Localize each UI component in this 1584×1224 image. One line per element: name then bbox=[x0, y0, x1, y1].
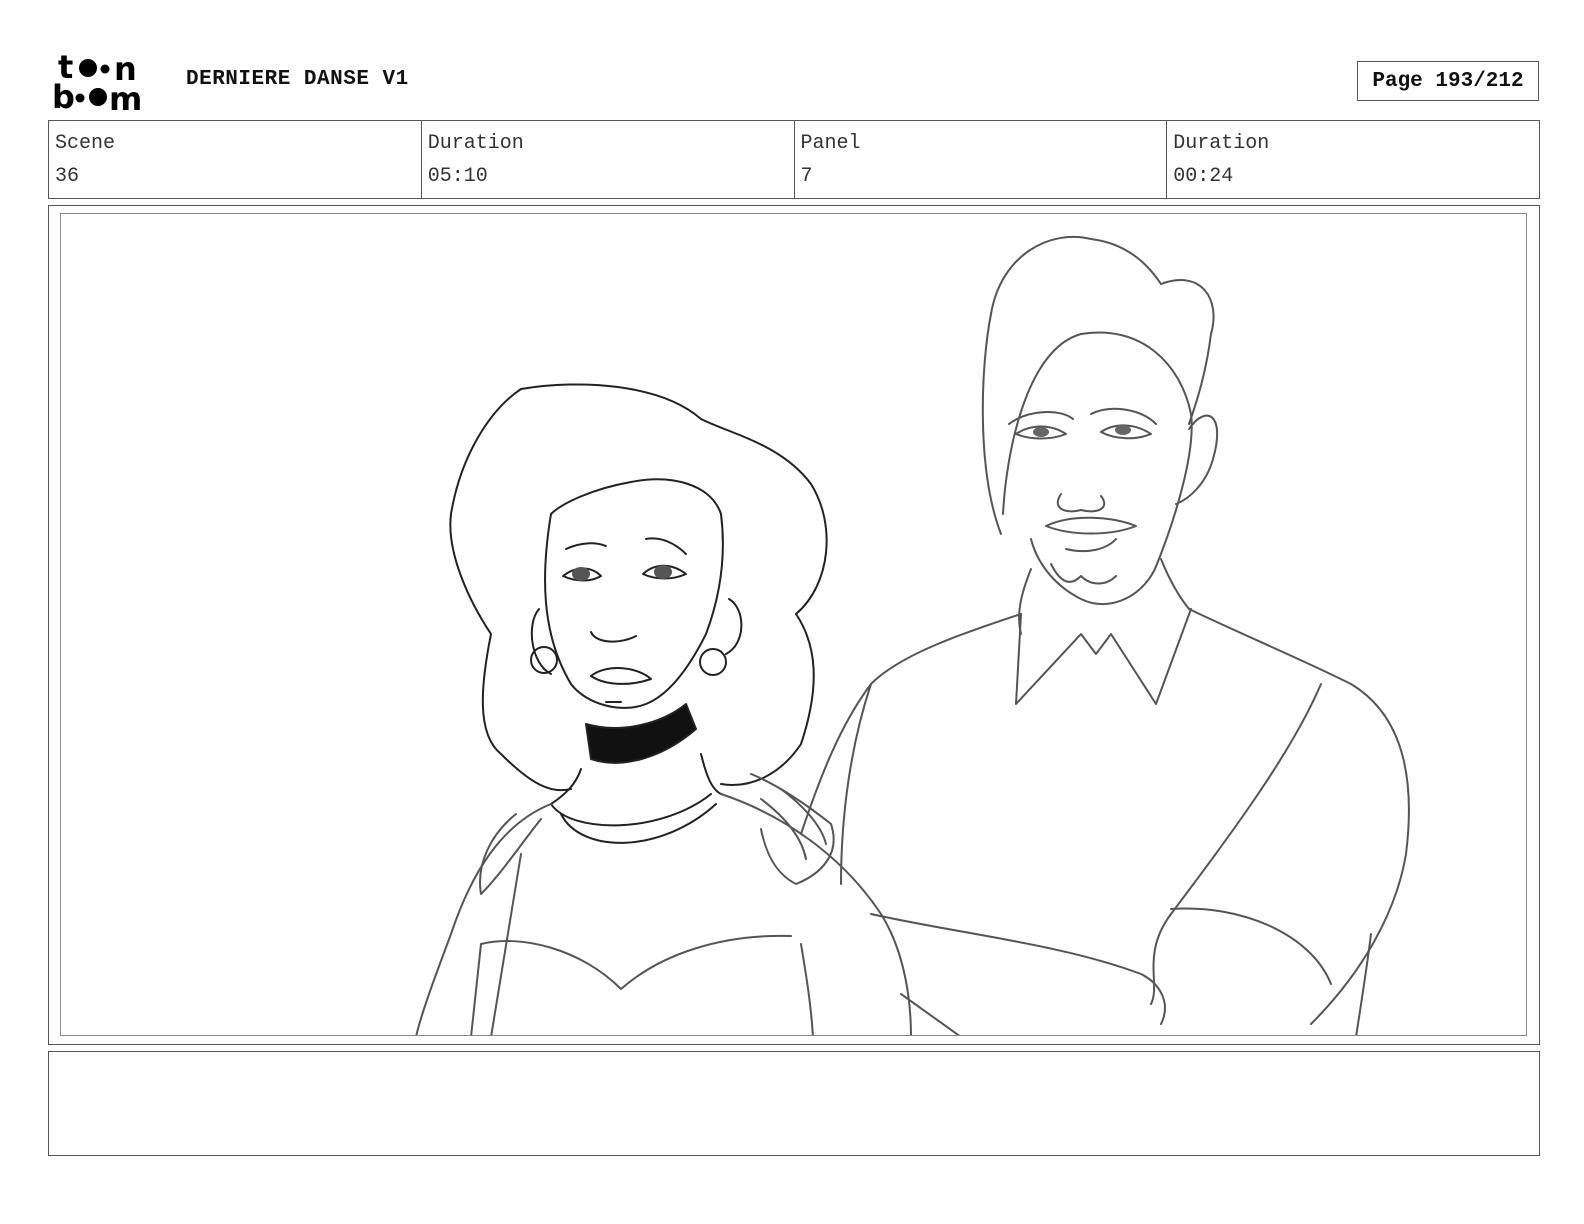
svg-text:m: m bbox=[109, 80, 142, 112]
woman-figure bbox=[449, 383, 828, 844]
panel-notes-box bbox=[48, 1051, 1540, 1156]
panel-duration-value: 00:24 bbox=[1173, 165, 1234, 188]
page-number: Page 193/212 bbox=[1357, 61, 1539, 101]
scene-duration-cell: Duration 05:10 bbox=[422, 121, 795, 198]
storyboard-panel-frame bbox=[48, 205, 1540, 1045]
panel-value: 7 bbox=[800, 165, 813, 188]
scene-info-row: Scene 36 Duration 05:10 Panel 7 Duration… bbox=[48, 120, 1540, 199]
panel-label: Panel bbox=[800, 132, 861, 155]
panel-duration-label: Duration bbox=[1173, 132, 1270, 155]
scene-duration-value: 05:10 bbox=[427, 165, 488, 188]
panel-duration-cell: Duration 00:24 bbox=[1167, 121, 1539, 198]
scene-duration-label: Duration bbox=[427, 132, 524, 155]
toonboom-logo: t n b m bbox=[52, 52, 142, 112]
scene-cell: Scene 36 bbox=[49, 121, 422, 198]
panel-cell: Panel 7 bbox=[795, 121, 1168, 198]
storyboard-drawing-area bbox=[60, 213, 1527, 1036]
scene-value: 36 bbox=[55, 165, 80, 188]
storyboard-sketch bbox=[415, 235, 1410, 1035]
shoulders-and-hands bbox=[415, 773, 912, 1035]
svg-text:b: b bbox=[52, 78, 75, 112]
scene-label: Scene bbox=[55, 132, 116, 155]
document-title: DERNIERE DANSE V1 bbox=[186, 68, 409, 91]
man-figure bbox=[800, 235, 1410, 1035]
